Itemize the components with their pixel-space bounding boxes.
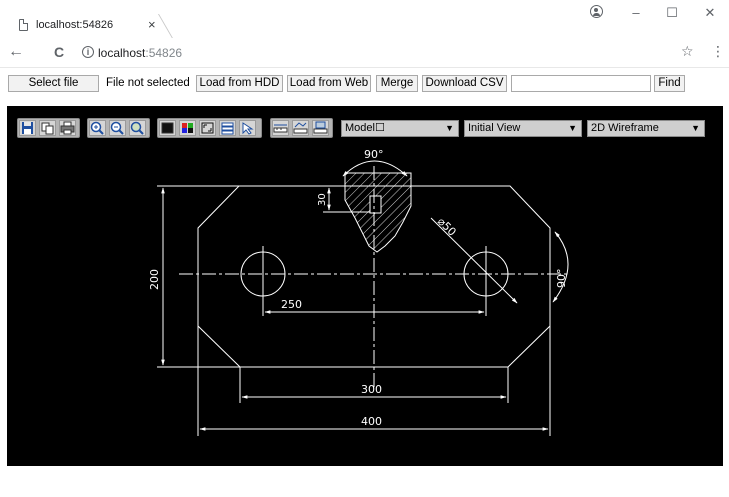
merge-button[interactable]: Merge bbox=[376, 75, 418, 92]
select-file-button[interactable]: Select file bbox=[8, 75, 99, 92]
tab-close-icon[interactable]: × bbox=[148, 17, 156, 32]
dim-200-label: 200 bbox=[148, 269, 161, 290]
page-icon bbox=[19, 19, 28, 31]
dim-400-label: 400 bbox=[361, 415, 382, 428]
tab-title: localhost:54826 bbox=[36, 19, 114, 31]
download-csv-button[interactable]: Download CSV bbox=[422, 75, 507, 92]
browser-menu-icon[interactable]: ⋮ bbox=[711, 43, 725, 60]
file-toolbar: Select file File not selected Load from … bbox=[0, 68, 729, 102]
dim-300-label: 300 bbox=[361, 383, 382, 396]
bookmark-star-icon[interactable]: ☆ bbox=[681, 43, 694, 60]
slot-cut bbox=[369, 195, 382, 214]
minimize-icon[interactable]: – bbox=[626, 5, 646, 20]
reload-icon[interactable]: C bbox=[54, 44, 64, 60]
tab-edge bbox=[158, 14, 186, 38]
url-host: localhost bbox=[98, 46, 146, 60]
browser-tab-strip: localhost:54826 × – ☐ ✕ bbox=[0, 0, 729, 38]
load-from-web-button[interactable]: Load from Web bbox=[287, 75, 371, 92]
load-from-hdd-button[interactable]: Load from HDD bbox=[196, 75, 283, 92]
url-field[interactable]: localhost:54826 bbox=[98, 46, 182, 60]
cad-drawing: 90° 30 200 250 300 400 ⌀50 90° bbox=[148, 148, 569, 436]
browser-tab[interactable]: localhost:54826 × bbox=[0, 14, 186, 38]
dim-250-label: 250 bbox=[281, 298, 302, 311]
find-button[interactable]: Find bbox=[654, 75, 685, 92]
back-icon[interactable]: ← bbox=[8, 43, 24, 61]
cad-viewer[interactable]: Model☐ ▼ Initial View ▼ 2D Wireframe ▼ 9… bbox=[7, 106, 723, 466]
diameter-label: ⌀50 bbox=[435, 215, 459, 239]
maximize-icon[interactable]: ☐ bbox=[662, 5, 682, 21]
angle-top-label: 90° bbox=[364, 148, 384, 161]
dim-30-label: 30 bbox=[317, 193, 328, 206]
address-bar: ← C i localhost:54826 ☆ ⋮ bbox=[0, 38, 729, 68]
angle-right-arc bbox=[552, 231, 569, 303]
angle-right-label: 90° bbox=[555, 269, 568, 289]
info-icon[interactable]: i bbox=[82, 46, 94, 58]
file-status-text: File not selected bbox=[106, 77, 190, 89]
profile-icon[interactable] bbox=[590, 5, 603, 18]
close-window-icon[interactable]: ✕ bbox=[700, 5, 720, 21]
search-input[interactable] bbox=[511, 75, 651, 92]
url-port: :54826 bbox=[145, 46, 183, 60]
